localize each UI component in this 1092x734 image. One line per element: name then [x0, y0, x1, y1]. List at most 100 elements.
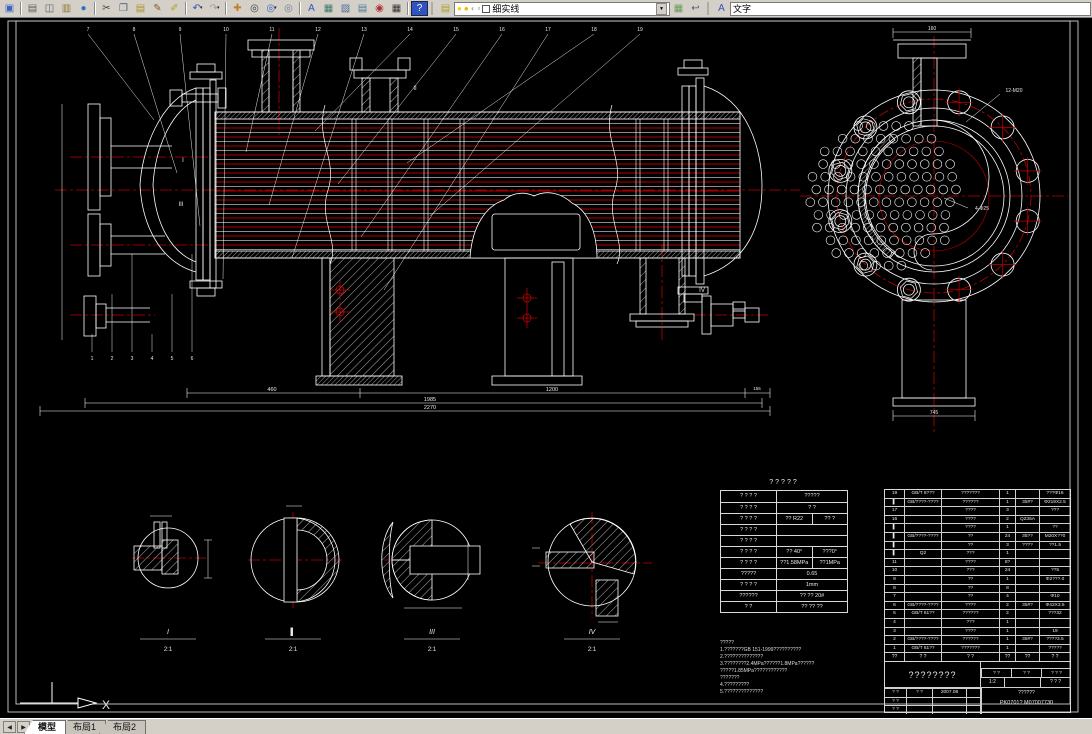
bulb-icon[interactable]: ● — [457, 3, 462, 15]
spec-cell-value: ?? 40° ???0° — [777, 547, 847, 557]
bom-cell — [905, 541, 942, 550]
spec-cell-label: ? ? ? ? — [721, 503, 777, 513]
toolbar-grip[interactable] — [431, 2, 434, 15]
bom-cell: GB/T 8??? — [905, 490, 942, 498]
zoom-realtime-button[interactable]: ◎ — [246, 1, 263, 16]
svg-text:18: 18 — [591, 27, 597, 33]
title-info-cell — [933, 705, 967, 714]
lock-icon[interactable]: ◐ — [471, 3, 476, 15]
undo-flyout-icon[interactable]: ▾ — [200, 1, 203, 16]
toolbar-grip-2[interactable] — [707, 2, 710, 15]
web-button[interactable]: ● — [75, 1, 92, 16]
spec-value-1: ?? R22 — [777, 514, 813, 524]
bom-cell — [1040, 619, 1070, 627]
bom-cell: GB/????-???? — [905, 498, 942, 507]
bom-cell — [905, 618, 942, 627]
tab-layout2[interactable]: 布局2 — [99, 720, 147, 734]
bom-cell — [1016, 567, 1040, 575]
publish-button[interactable]: ▥ — [58, 1, 75, 16]
layer-properties-button[interactable]: ▤ — [437, 1, 454, 16]
block-editor-button[interactable]: ✐ — [166, 1, 183, 16]
zoom-window-flyout-icon[interactable]: ▾ — [274, 1, 277, 16]
bom-cell — [1016, 618, 1040, 627]
print-button[interactable]: ▤ — [24, 1, 41, 16]
match-properties-button[interactable]: ✎ — [149, 1, 166, 16]
bom-cell: GB/????-???? — [905, 636, 942, 644]
tab-nav-prev-button[interactable]: ◀ — [3, 721, 16, 733]
text-style-dropdown[interactable]: 文字 — [730, 1, 1091, 16]
spec-row: ? ? ? ? — [721, 524, 847, 535]
zoom-window-button[interactable]: ◎ ▾ — [263, 1, 280, 16]
copy-button[interactable]: ❐ — [115, 1, 132, 16]
save-button[interactable]: ▣ — [1, 1, 18, 16]
help-button[interactable]: ? — [411, 1, 428, 16]
svg-text:16: 16 — [499, 27, 505, 33]
spec-cell-label: ? ? — [721, 602, 777, 612]
cut-button[interactable]: ✂ — [98, 1, 115, 16]
text-style-button[interactable]: A — [713, 1, 730, 16]
redo-flyout-icon[interactable]: ▾ — [217, 1, 220, 16]
bom-cell: 5 — [885, 610, 905, 618]
print-preview-button[interactable]: ◫ — [41, 1, 58, 16]
title-info-row: ? ?? ? 2007.08 — [885, 688, 981, 697]
bom-cell: GB/T 61?? — [905, 610, 942, 618]
zoom-previous-button[interactable]: ◎ — [280, 1, 297, 16]
title-info-cell — [967, 696, 981, 706]
note-line: 5.?????????????? — [720, 689, 764, 695]
find-button[interactable]: A — [303, 1, 320, 16]
bom-cell: 1 — [1000, 644, 1016, 653]
layer-dropdown-arrow-icon[interactable]: ▼ — [656, 2, 667, 15]
spec-row: ????? 0.65 — [721, 568, 847, 579]
designcenter-button[interactable]: ▦ — [320, 1, 337, 16]
pan-button[interactable]: ✚ — [229, 1, 246, 16]
bom-header-cell: ? ? — [905, 653, 942, 661]
note-line: 2.?????????????? — [720, 654, 764, 660]
make-object-layer-current-icon: ▦ — [673, 3, 684, 14]
tool-palettes-button[interactable]: ▤ — [354, 1, 371, 16]
tab-layout1[interactable]: 布局1 — [59, 720, 107, 734]
bom-cell — [905, 507, 942, 515]
title-right-header-cell: ? ? ? — [1041, 669, 1071, 678]
bom-cell: ▌ — [885, 550, 905, 558]
spec-cell-label: ? ? ? ? — [721, 558, 777, 568]
bom-cell: 35#? — [1016, 601, 1040, 610]
note-line: 1.???????GB 151-1999?????????? — [720, 647, 802, 653]
spec-cell-value: ?? R22 ?? ? — [777, 514, 847, 524]
detail-views — [133, 505, 637, 623]
layer-state-icons: ● ● ◐ ▫ — [457, 3, 480, 15]
bom-cell: 3 — [1000, 507, 1016, 515]
spec-cell-value: ????? — [804, 493, 820, 499]
svg-text:6: 6 — [191, 356, 194, 362]
make-object-layer-current-button[interactable]: ▦ — [670, 1, 687, 16]
freeze-icon[interactable]: ● — [464, 3, 469, 15]
bom-cell: 16 — [885, 515, 905, 524]
undo-button[interactable]: ↶ ▾ — [189, 1, 206, 16]
svg-text:3: 3 — [131, 356, 134, 362]
bom-cell: 35#? — [1016, 498, 1040, 507]
bom-row: ▌???? 1?? — [885, 524, 1070, 533]
markup-button[interactable]: ◉ — [371, 1, 388, 16]
bom-cell — [905, 584, 942, 593]
paste-button[interactable]: ▤ — [132, 1, 149, 16]
layer-previous-button[interactable]: ↩ — [687, 1, 704, 16]
bom-header-cell: ?? — [1016, 653, 1040, 661]
end-view-texts: 160 745 12-M20 4-Φ25 — [928, 26, 1023, 416]
properties-button[interactable]: ▨ — [337, 1, 354, 16]
plot-icon[interactable]: ▫ — [478, 3, 481, 15]
bom-row: 8?? 8 — [885, 584, 1070, 594]
svg-text:2:1: 2:1 — [289, 647, 298, 653]
layer-name: 细实线 — [492, 4, 520, 14]
bom-cell — [1016, 507, 1040, 515]
spec-cell-label: ? ? ? ? — [721, 536, 777, 546]
layer-dropdown[interactable]: ● ● ◐ ▫ 细实线 ▼ — [454, 1, 670, 16]
bom-cell: Φ2???.0 — [1045, 576, 1065, 582]
tab-model[interactable]: 模型 — [24, 720, 67, 734]
bom-row: 16???? 2 Q235A — [885, 515, 1070, 525]
spec-cell-label: ? ? ? ? — [721, 580, 777, 590]
quickcalc-button[interactable]: ▦ — [388, 1, 405, 16]
toolbar-separator — [20, 2, 22, 15]
title-info-cell: ? ? — [885, 696, 907, 706]
title-info-cell — [907, 696, 933, 706]
redo-button[interactable]: ↷ ▾ — [206, 1, 223, 16]
bom-cell: ?? — [942, 532, 1000, 541]
